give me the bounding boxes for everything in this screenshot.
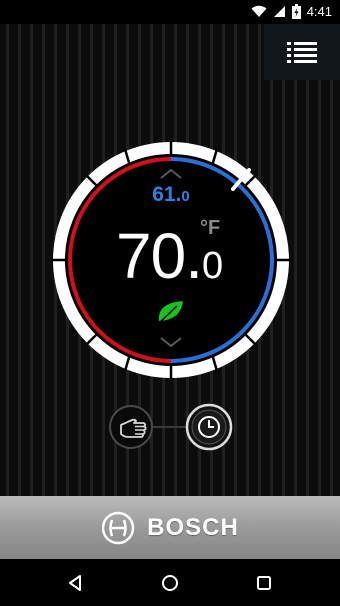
- clock-icon: [198, 416, 220, 438]
- back-icon: [69, 575, 81, 591]
- current-temp-dec: 0: [201, 245, 223, 287]
- navigation-bar: [0, 559, 340, 606]
- home-button[interactable]: [158, 571, 182, 595]
- menu-button[interactable]: [264, 24, 340, 80]
- manual-mode-button[interactable]: [110, 406, 152, 448]
- thermostat-dial[interactable]: 61.0 70.0 °F: [50, 139, 292, 381]
- recents-icon: [257, 576, 271, 590]
- brand-name: BOSCH: [147, 513, 239, 541]
- menu-icon: [287, 42, 317, 63]
- status-time: 4:41: [306, 4, 332, 19]
- bosch-logo-icon: [101, 511, 135, 544]
- setpoint-value: 61.0: [50, 183, 292, 207]
- setpoint-dec: 0: [181, 188, 190, 205]
- current-temp-int: 70.: [116, 220, 203, 292]
- home-icon: [162, 575, 178, 591]
- hand-icon: [120, 418, 147, 438]
- temperature-unit: °F: [200, 217, 221, 239]
- status-bar: 4:41: [0, 0, 340, 24]
- battery-icon: [291, 4, 301, 19]
- recents-button[interactable]: [252, 571, 276, 595]
- status-icons: 4:41: [251, 4, 332, 19]
- back-button[interactable]: [64, 571, 88, 595]
- wifi-icon: [251, 5, 267, 17]
- mode-selector: [104, 402, 236, 452]
- setpoint-int: 61.: [152, 183, 182, 206]
- brand-footer: BOSCH: [0, 496, 340, 559]
- schedule-mode-button[interactable]: [188, 406, 230, 448]
- signal-icon: [273, 6, 285, 17]
